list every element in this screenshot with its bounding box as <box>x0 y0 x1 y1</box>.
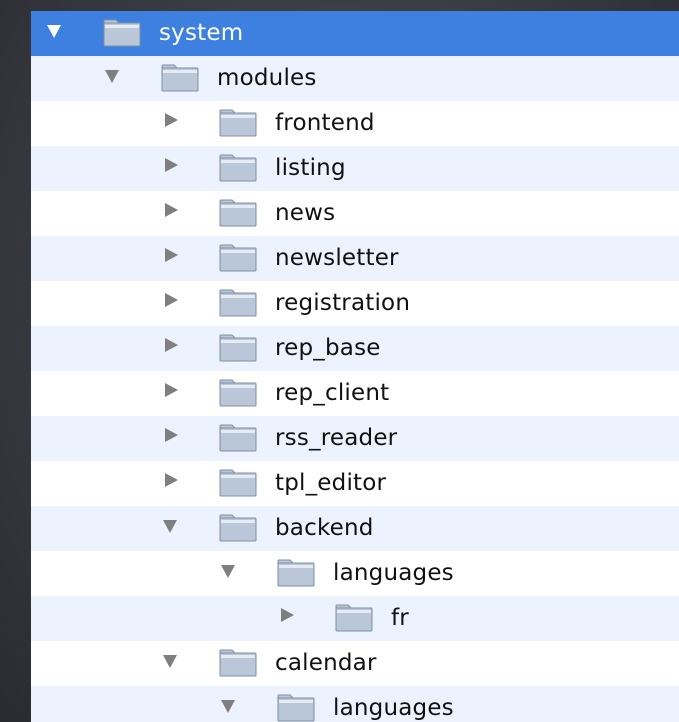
folder-icon <box>161 64 199 92</box>
tree-item-label: listing <box>275 155 346 181</box>
folder-icon <box>277 694 315 722</box>
disclosure-expanded-icon[interactable] <box>163 520 177 533</box>
tree-item-label: frontend <box>275 110 375 136</box>
tree-row[interactable]: registration <box>31 281 679 326</box>
disclosure-collapsed-icon[interactable] <box>165 473 178 487</box>
tree-item-label: languages <box>333 695 454 721</box>
disclosure-expanded-icon[interactable] <box>105 70 119 83</box>
tree-row[interactable]: calendar <box>31 641 679 686</box>
tree-row[interactable]: languages <box>31 551 679 596</box>
disclosure-collapsed-icon[interactable] <box>165 338 178 352</box>
disclosure-collapsed-icon[interactable] <box>165 203 178 217</box>
tree-row[interactable]: languages <box>31 686 679 722</box>
tree-item-label: languages <box>333 560 454 586</box>
tree-row[interactable]: rep_base <box>31 326 679 371</box>
tree-row[interactable]: rep_client <box>31 371 679 416</box>
tree-row[interactable]: backend <box>31 506 679 551</box>
tree-row[interactable]: system <box>31 11 679 56</box>
tree-row[interactable]: rss_reader <box>31 416 679 461</box>
tree-row[interactable]: news <box>31 191 679 236</box>
folder-icon <box>335 604 373 632</box>
folder-icon <box>219 649 257 677</box>
folder-icon <box>277 559 315 587</box>
tree-item-label: modules <box>217 65 317 91</box>
folder-icon <box>219 199 257 227</box>
folder-icon <box>219 244 257 272</box>
tree-item-label: backend <box>275 515 374 541</box>
disclosure-collapsed-icon[interactable] <box>165 248 178 262</box>
tree-item-label: tpl_editor <box>275 470 387 496</box>
folder-icon <box>103 19 141 47</box>
disclosure-expanded-icon[interactable] <box>47 25 61 38</box>
folder-icon <box>219 154 257 182</box>
tree-item-label: rep_base <box>275 335 381 361</box>
tree-item-label: calendar <box>275 650 377 676</box>
disclosure-expanded-icon[interactable] <box>221 565 235 578</box>
tree-item-label: newsletter <box>275 245 399 271</box>
tree-row[interactable]: frontend <box>31 101 679 146</box>
disclosure-expanded-icon[interactable] <box>163 655 177 668</box>
tree-item-label: rss_reader <box>275 425 398 451</box>
disclosure-collapsed-icon[interactable] <box>165 158 178 172</box>
folder-icon <box>219 289 257 317</box>
tree-row[interactable]: newsletter <box>31 236 679 281</box>
tree-row[interactable]: modules <box>31 56 679 101</box>
folder-icon <box>219 424 257 452</box>
folder-tree: system modules frontend listing news newslett… <box>31 11 679 722</box>
disclosure-collapsed-icon[interactable] <box>165 383 178 397</box>
folder-icon <box>219 379 257 407</box>
tree-item-label: rep_client <box>275 380 390 406</box>
disclosure-collapsed-icon[interactable] <box>165 428 178 442</box>
disclosure-expanded-icon[interactable] <box>221 700 235 713</box>
tree-item-label: registration <box>275 290 411 316</box>
disclosure-collapsed-icon[interactable] <box>281 608 294 622</box>
folder-icon <box>219 109 257 137</box>
tree-item-label: fr <box>391 605 409 631</box>
folder-icon <box>219 334 257 362</box>
folder-icon <box>219 514 257 542</box>
tree-row[interactable]: fr <box>31 596 679 641</box>
disclosure-collapsed-icon[interactable] <box>165 113 178 127</box>
tree-row[interactable]: tpl_editor <box>31 461 679 506</box>
disclosure-collapsed-icon[interactable] <box>165 293 178 307</box>
tree-item-label: news <box>275 200 336 226</box>
tree-item-label: system <box>159 20 244 46</box>
tree-row[interactable]: listing <box>31 146 679 191</box>
folder-icon <box>219 469 257 497</box>
